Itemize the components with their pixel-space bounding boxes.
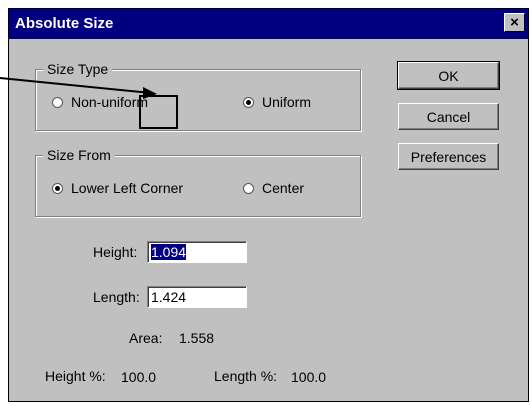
non-uniform-label: Non-uniform [71, 94, 149, 110]
ok-button[interactable]: OK [397, 61, 500, 90]
title-bar[interactable]: Absolute Size × [9, 9, 528, 39]
preferences-button[interactable]: Preferences [398, 143, 499, 170]
length-field[interactable]: 1.424 [147, 286, 247, 308]
center-label: Center [262, 180, 305, 196]
size-from-legend: Size From [43, 147, 115, 163]
height-field[interactable]: 1.094 [147, 241, 247, 263]
height-label: Height: [93, 244, 138, 260]
close-icon: × [510, 14, 519, 31]
radio-button-selected-icon [52, 182, 63, 194]
length-percent-label: Length %: [214, 368, 278, 384]
center-radio[interactable]: Center [243, 180, 304, 196]
cancel-button[interactable]: Cancel [398, 103, 499, 130]
uniform-radio[interactable]: Uniform [243, 94, 311, 110]
height-percent-value: 100.0 [121, 369, 157, 385]
radio-button-icon [243, 182, 254, 194]
uniform-label: Uniform [262, 94, 312, 110]
dialog-title: Absolute Size [15, 15, 114, 32]
length-percent-value: 100.0 [291, 369, 327, 385]
non-uniform-radio[interactable]: Non-uniform [52, 94, 148, 110]
length-label: Length: [93, 289, 140, 305]
length-value: 1.424 [151, 289, 187, 305]
radio-button-icon [52, 96, 63, 108]
close-button[interactable]: × [504, 13, 525, 32]
lower-left-corner-label: Lower Left Corner [71, 180, 184, 196]
area-value: 1.558 [179, 330, 215, 346]
radio-button-selected-icon [243, 96, 254, 108]
height-percent-label: Height %: [45, 368, 106, 384]
size-type-legend: Size Type [43, 61, 113, 77]
height-value: 1.094 [151, 244, 187, 260]
lower-left-corner-radio[interactable]: Lower Left Corner [52, 180, 183, 196]
area-label: Area: [129, 330, 163, 346]
